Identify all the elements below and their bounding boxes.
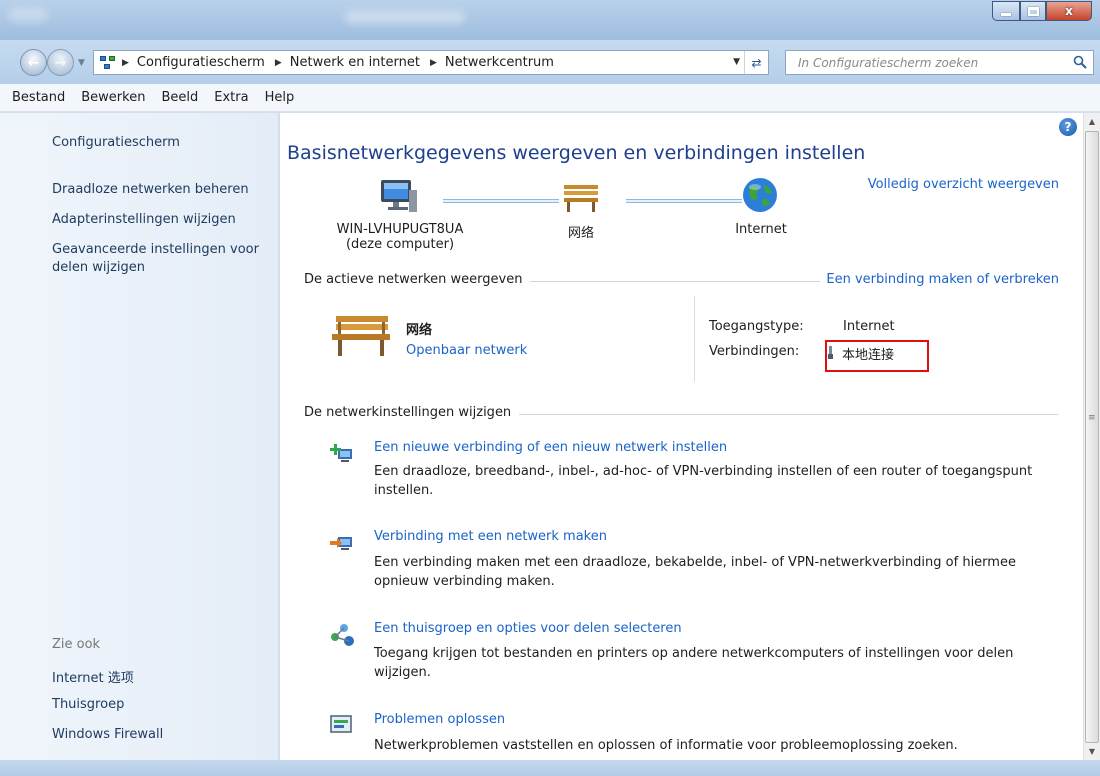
internet-node-label: Internet: [735, 222, 787, 237]
search-input[interactable]: [798, 55, 1060, 70]
breadcrumb-item[interactable]: Netwerkcentrum: [445, 55, 554, 70]
blurred-window-title: [345, 10, 465, 24]
see-also-homegroup[interactable]: Thuisgroep: [52, 697, 124, 712]
active-network-name: 网络: [406, 323, 433, 338]
scrollbar-grip-icon: ≡: [1088, 413, 1096, 423]
bench-icon: [332, 316, 390, 356]
homegroup-icon: [331, 624, 354, 646]
task-homegroup-link[interactable]: Een thuisgroep en opties voor delen sele…: [374, 621, 682, 636]
map-node-internet: Internet: [716, 222, 806, 237]
minimize-icon: [1001, 12, 1011, 16]
maximize-button[interactable]: [1020, 1, 1046, 21]
task-connect-network-desc: Een verbinding maken met een draadloze, …: [374, 555, 1016, 589]
task-new-connection-link[interactable]: Een nieuwe verbinding of een nieuw netwe…: [374, 440, 727, 455]
menu-file[interactable]: Bestand: [4, 90, 73, 105]
sidebar-link-adapter-settings[interactable]: Adapterinstellingen wijzigen: [52, 211, 272, 229]
task-new-connection-desc: Een draadloze, breedband-, inbel-, ad-ho…: [374, 464, 1033, 498]
help-icon[interactable]: ?: [1059, 118, 1077, 136]
back-arrow-icon: ←: [27, 54, 40, 71]
see-also-windows-firewall[interactable]: Windows Firewall: [52, 727, 163, 742]
address-bar[interactable]: ▶ Configuratiescherm ▶ Netwerk en interne…: [93, 50, 769, 75]
refresh-button[interactable]: ⇄: [744, 51, 768, 74]
change-settings-heading: De netwerkinstellingen wijzigen: [304, 405, 520, 420]
scroll-up-arrow-icon[interactable]: ▲: [1084, 113, 1100, 130]
computer-name: WIN-LVHUPUGT8UA: [336, 222, 464, 237]
breadcrumb-separator-icon[interactable]: ▶: [122, 58, 137, 68]
see-also-internet-options[interactable]: Internet 选项: [52, 667, 134, 686]
menu-help[interactable]: Help: [257, 90, 303, 105]
main-content: ? Basisnetwerkgegevens weergeven en verb…: [280, 113, 1083, 760]
new-connection-icon: [330, 444, 352, 462]
sidebar-link-manage-wireless[interactable]: Draadloze netwerken beheren: [52, 181, 272, 199]
recent-pages-dropdown-icon[interactable]: ▼: [78, 58, 85, 68]
see-also-heading: Zie ook: [52, 637, 101, 652]
sidebar: Configuratiescherm Draadloze netwerken b…: [0, 113, 279, 760]
title-bar: x: [0, 0, 1100, 40]
menu-tools[interactable]: Extra: [206, 90, 256, 105]
task-homegroup-desc: Toegang krijgen tot bestanden en printer…: [374, 646, 1014, 680]
refresh-icon: ⇄: [751, 55, 762, 70]
task-connect-network-link[interactable]: Verbinding met een netwerk maken: [374, 529, 607, 544]
connections-label: Verbindingen:: [709, 344, 800, 359]
close-button[interactable]: x: [1046, 1, 1092, 21]
forward-arrow-icon: →: [54, 54, 67, 71]
page-title: Basisnetwerkgegevens weergeven en verbin…: [287, 142, 866, 164]
sidebar-title[interactable]: Configuratiescherm: [52, 135, 180, 150]
menu-edit[interactable]: Bewerken: [73, 90, 153, 105]
forward-button[interactable]: →: [47, 49, 74, 76]
network-center-icon: [94, 51, 122, 74]
blurred-app-icon: [8, 8, 48, 22]
search-icon[interactable]: [1073, 55, 1087, 69]
window-controls: x: [992, 1, 1092, 21]
task-troubleshoot-link[interactable]: Problemen oplossen: [374, 712, 505, 727]
scroll-down-arrow-icon[interactable]: ▼: [1084, 743, 1100, 760]
connect-disconnect-link[interactable]: Een verbinding maken of verbreken: [820, 272, 1059, 287]
troubleshoot-icon: [330, 715, 352, 733]
address-dropdown-icon[interactable]: ▼: [733, 57, 740, 67]
map-node-computer: WIN-LVHUPUGT8UA (deze computer): [310, 222, 490, 252]
navigation-bar: ← → ▼ ▶ Configuratiescherm ▶ Netwerk en i…: [0, 40, 1100, 84]
computer-subtitle: (deze computer): [345, 237, 455, 252]
window-bottom-frame: [0, 760, 1100, 776]
back-button[interactable]: ←: [20, 49, 47, 76]
active-networks-heading: De actieve netwerken weergeven: [304, 272, 531, 287]
vertical-divider: [694, 296, 695, 382]
menu-bar: Bestand Bewerken Beeld Extra Help: [0, 84, 1100, 112]
menu-view[interactable]: Beeld: [153, 90, 206, 105]
access-type-value: Internet: [843, 319, 895, 334]
close-icon: x: [1065, 4, 1073, 18]
map-connection-line: [626, 199, 742, 203]
breadcrumb-item[interactable]: Netwerk en internet ▶: [290, 55, 445, 70]
scrollbar-thumb[interactable]: [1085, 131, 1099, 743]
minimize-button[interactable]: [992, 1, 1020, 21]
connect-network-icon: [330, 537, 352, 550]
search-box[interactable]: [785, 50, 1094, 75]
vertical-scrollbar[interactable]: ▲ ≡ ▼: [1083, 113, 1100, 760]
computer-icon: [381, 180, 417, 212]
network-node-label: 网络: [567, 226, 594, 241]
sidebar-link-advanced-sharing[interactable]: Geavanceerde instellingen voor delen wij…: [52, 241, 272, 277]
globe-icon[interactable]: [741, 176, 779, 214]
network-type-link[interactable]: Openbaar netwerk: [406, 343, 527, 358]
full-map-link[interactable]: Volledig overzicht weergeven: [868, 177, 1059, 192]
map-connection-line: [443, 199, 559, 203]
access-type-label: Toegangstype:: [709, 319, 804, 334]
highlight-annotation: [825, 340, 929, 372]
bench-icon[interactable]: [562, 179, 602, 215]
map-node-network: 网络: [536, 222, 626, 241]
maximize-icon: [1027, 6, 1039, 16]
breadcrumb-item[interactable]: Configuratiescherm ▶: [137, 55, 290, 70]
task-troubleshoot-desc: Netwerkproblemen vaststellen en oplossen…: [374, 738, 958, 753]
